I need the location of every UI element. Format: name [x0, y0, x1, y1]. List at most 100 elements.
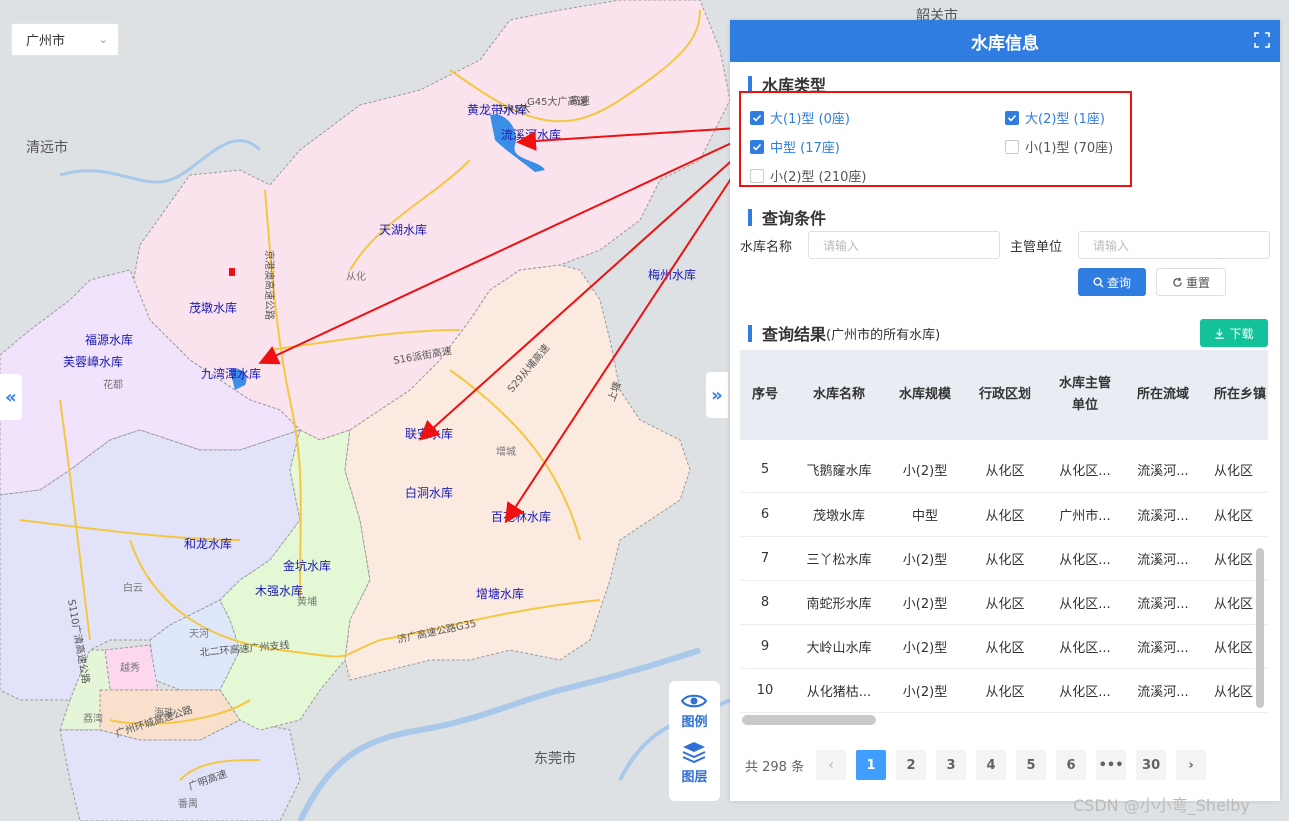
reservoir-label[interactable]: 增塘水库 [476, 586, 524, 601]
fullscreen-icon[interactable] [1254, 32, 1270, 48]
label-qingyuan: 清远市 [26, 139, 68, 156]
reservoir-label[interactable]: 天湖水库 [379, 222, 427, 237]
table-header-row: 序号 水库名称 水库规模 行政区划 水库主管单位 所在流域 所在乡镇 [740, 350, 1268, 440]
city-select[interactable]: 广州市 ⌄ [11, 23, 119, 56]
table-cell: 从化区 [962, 624, 1048, 669]
table-cell: 南蛇形水库 [790, 580, 888, 625]
double-chevron-right-icon: » [711, 384, 723, 406]
page-button[interactable]: 30 [1136, 750, 1167, 780]
table-row[interactable]: 7 三丫松水库 小(2)型 从化区 从化区... 流溪河... 从化区 [740, 536, 1268, 581]
name-field-label: 水库名称 [740, 240, 793, 255]
eye-icon [681, 694, 708, 708]
page-button[interactable]: 2 [896, 750, 927, 780]
column-header[interactable]: 序号 [740, 350, 790, 440]
collapse-panel-button[interactable]: » [706, 372, 728, 418]
table-cell: 飞鹅窿水库 [790, 448, 888, 493]
expand-left-button[interactable]: « [0, 374, 22, 420]
prev-page-button[interactable]: ‹ [816, 750, 847, 780]
table-cell: 从化区... [1048, 448, 1122, 493]
table-cell: 流溪河... [1122, 492, 1204, 537]
district-label: 天河 [189, 628, 209, 640]
page-button[interactable]: 4 [976, 750, 1007, 780]
map-toolbox: 图例 图层 [669, 681, 720, 801]
search-button[interactable]: 查询 [1078, 268, 1146, 296]
reset-button[interactable]: 重置 [1156, 268, 1226, 296]
reservoir-label[interactable]: 百花林水库 [491, 509, 551, 524]
table-row[interactable]: 6 茂墩水库 中型 从化区 广州市... 流溪河... 从化区 [740, 492, 1268, 537]
road-label: 高速 [570, 94, 590, 107]
table-cell: 从化区... [1048, 668, 1122, 713]
district-label: 番禺 [178, 798, 198, 810]
table-cell: 茂墩水库 [790, 492, 888, 537]
table-cell: 从化区... [1048, 580, 1122, 625]
download-button-label: 下载 [1229, 326, 1254, 341]
panel-title: 水库信息 [971, 33, 1039, 54]
table-row[interactable]: 10 从化猪枯... 小(2)型 从化区 从化区... 流溪河... 从化区 [740, 668, 1268, 713]
district-label: 荔湾 [83, 712, 103, 725]
table-cell: 中型 [888, 492, 962, 537]
table-cell: 从化区 [1204, 492, 1268, 537]
table-cell: 从化区... [1048, 624, 1122, 669]
table-cell: 流溪河... [1122, 668, 1204, 713]
search-button-label: 查询 [1106, 275, 1131, 290]
table-cell: 大岭山水库 [790, 624, 888, 669]
layers-button[interactable]: 图层 [681, 740, 708, 785]
table-cell: 从化区 [1204, 448, 1268, 493]
authority-unit-input[interactable]: 请输入 [1078, 231, 1270, 259]
page-button[interactable]: 6 [1056, 750, 1087, 780]
column-header[interactable]: 行政区划 [962, 350, 1048, 440]
legend-button[interactable]: 图例 [681, 693, 708, 730]
pagination-total: 共 298 条 [745, 759, 805, 775]
page-button[interactable]: 5 [1016, 750, 1047, 780]
reservoir-label[interactable]: 金坑水库 [283, 558, 331, 573]
page-button[interactable]: 1 [856, 750, 887, 780]
download-button[interactable]: 下载 [1200, 319, 1268, 347]
column-header[interactable]: 水库规模 [888, 350, 962, 440]
chevron-down-icon: ⌄ [98, 33, 108, 46]
name-placeholder: 请输入 [823, 238, 860, 253]
column-header[interactable]: 水库主管单位 [1048, 350, 1122, 440]
table-cell: 流溪河... [1122, 624, 1204, 669]
reservoir-label[interactable]: 和龙水库 [184, 536, 232, 551]
result-table: 序号 水库名称 水库规模 行政区划 水库主管单位 所在流域 所在乡镇 5 飞鹅窿水… [740, 350, 1268, 730]
map-marker-red [229, 268, 235, 276]
table-cell: 流溪河... [1122, 536, 1204, 581]
page-button[interactable]: 3 [936, 750, 967, 780]
reservoir-label[interactable]: 木强水库 [255, 583, 303, 598]
district-label: 花都 [103, 378, 123, 391]
reservoir-name-input[interactable]: 请输入 [808, 231, 1000, 259]
reservoir-label[interactable]: 芙蓉嶂水库 [63, 354, 123, 369]
table-row[interactable]: 8 南蛇形水库 小(2)型 从化区 从化区... 流溪河... 从化区 [740, 580, 1268, 625]
table-cell: 8 [740, 580, 790, 625]
table-vertical-scrollbar[interactable] [1256, 548, 1264, 708]
panel-header: 水库信息 [730, 20, 1280, 62]
table-row[interactable]: 9 大岭山水库 小(2)型 从化区 从化区... 流溪河... 从化区 [740, 624, 1268, 669]
table-cell: 小(2)型 [888, 448, 962, 493]
district-label: 越秀 [120, 661, 140, 674]
layers-icon [683, 742, 706, 764]
reservoir-label[interactable]: 黄龙带水库 [467, 102, 527, 117]
column-header[interactable]: 水库名称 [790, 350, 888, 440]
section-bar [748, 324, 752, 342]
next-page-button[interactable]: › [1176, 750, 1207, 780]
table-row[interactable]: 5 飞鹅窿水库 小(2)型 从化区 从化区... 流溪河... 从化区 [740, 448, 1268, 493]
reservoir-label[interactable]: 福源水库 [85, 332, 133, 347]
reservoir-label[interactable]: 联安水库 [405, 426, 453, 441]
column-header[interactable]: 所在乡镇 [1204, 350, 1268, 440]
page-button[interactable]: ••• [1096, 750, 1127, 780]
table-cell: 小(2)型 [888, 624, 962, 669]
chevron-left-icon: ‹ [828, 757, 834, 773]
district-label: 白云 [123, 581, 143, 594]
unit-placeholder: 请输入 [1093, 238, 1130, 253]
table-horizontal-scrollbar[interactable] [742, 715, 876, 725]
reservoir-label[interactable]: 白洞水库 [405, 485, 453, 500]
column-header[interactable]: 所在流域 [1122, 350, 1204, 440]
table-cell: 从化区 [962, 668, 1048, 713]
watermark: CSDN @小小弯_Shelby [1073, 796, 1250, 815]
reservoir-label[interactable]: 茂墩水库 [189, 300, 237, 315]
download-icon [1215, 328, 1225, 339]
reservoir-label[interactable]: 九湾潭水库 [201, 366, 261, 381]
refresh-icon [1173, 276, 1182, 287]
table-cell: 从化区 [962, 492, 1048, 537]
table-cell: 小(2)型 [888, 668, 962, 713]
